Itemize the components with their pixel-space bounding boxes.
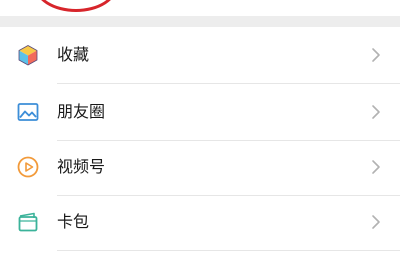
chevron-right-icon — [371, 159, 381, 175]
menu-item-label: 视频号 — [57, 157, 106, 176]
red-annotation-circle — [34, 0, 118, 12]
top-section — [0, 0, 400, 16]
menu-item-label: 朋友圈 — [57, 102, 106, 121]
section-gap — [0, 16, 400, 27]
favorites-cube-icon — [16, 43, 40, 67]
menu-item-label: 卡包 — [57, 212, 90, 231]
menu-list: 收藏 朋友圈 视频号 卡包 — [0, 27, 400, 260]
menu-item-favorites[interactable]: 收藏 — [0, 27, 400, 83]
menu-item-label: 收藏 — [57, 45, 90, 64]
chevron-right-icon — [371, 47, 381, 63]
menu-item-card-wallet[interactable]: 卡包 — [0, 194, 400, 250]
menu-item-channels[interactable]: 视频号 — [0, 139, 400, 195]
card-wallet-icon — [16, 210, 40, 234]
divider — [57, 250, 400, 251]
chevron-right-icon — [371, 214, 381, 230]
chevron-right-icon — [371, 104, 381, 120]
moments-picture-icon — [16, 100, 40, 124]
menu-item-moments[interactable]: 朋友圈 — [0, 84, 400, 140]
channels-play-icon — [16, 155, 40, 179]
